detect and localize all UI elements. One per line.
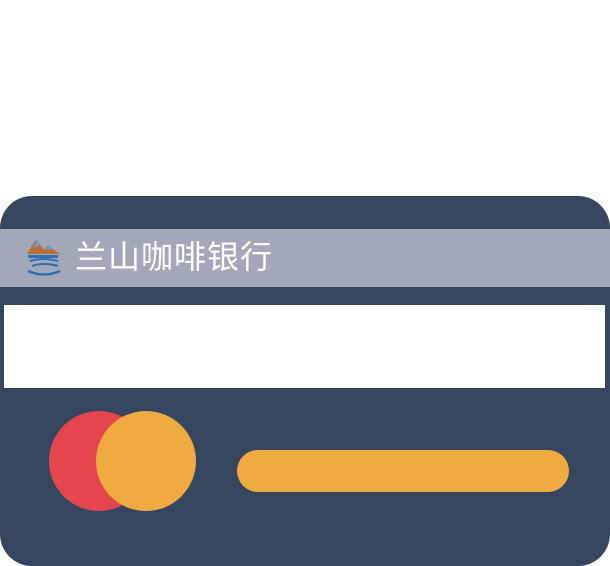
card-number-bar xyxy=(237,450,569,492)
bank-card: 兰山咖啡银行 xyxy=(0,196,610,566)
bank-name-band: 兰山咖啡银行 xyxy=(0,229,610,287)
signature-strip xyxy=(4,305,605,388)
mountain-coffee-cup-icon xyxy=(27,239,61,276)
card-network-yellow-circle xyxy=(96,411,196,511)
page: 兰山咖啡银行 xyxy=(0,0,610,566)
bank-name: 兰山咖啡银行 xyxy=(75,238,274,276)
